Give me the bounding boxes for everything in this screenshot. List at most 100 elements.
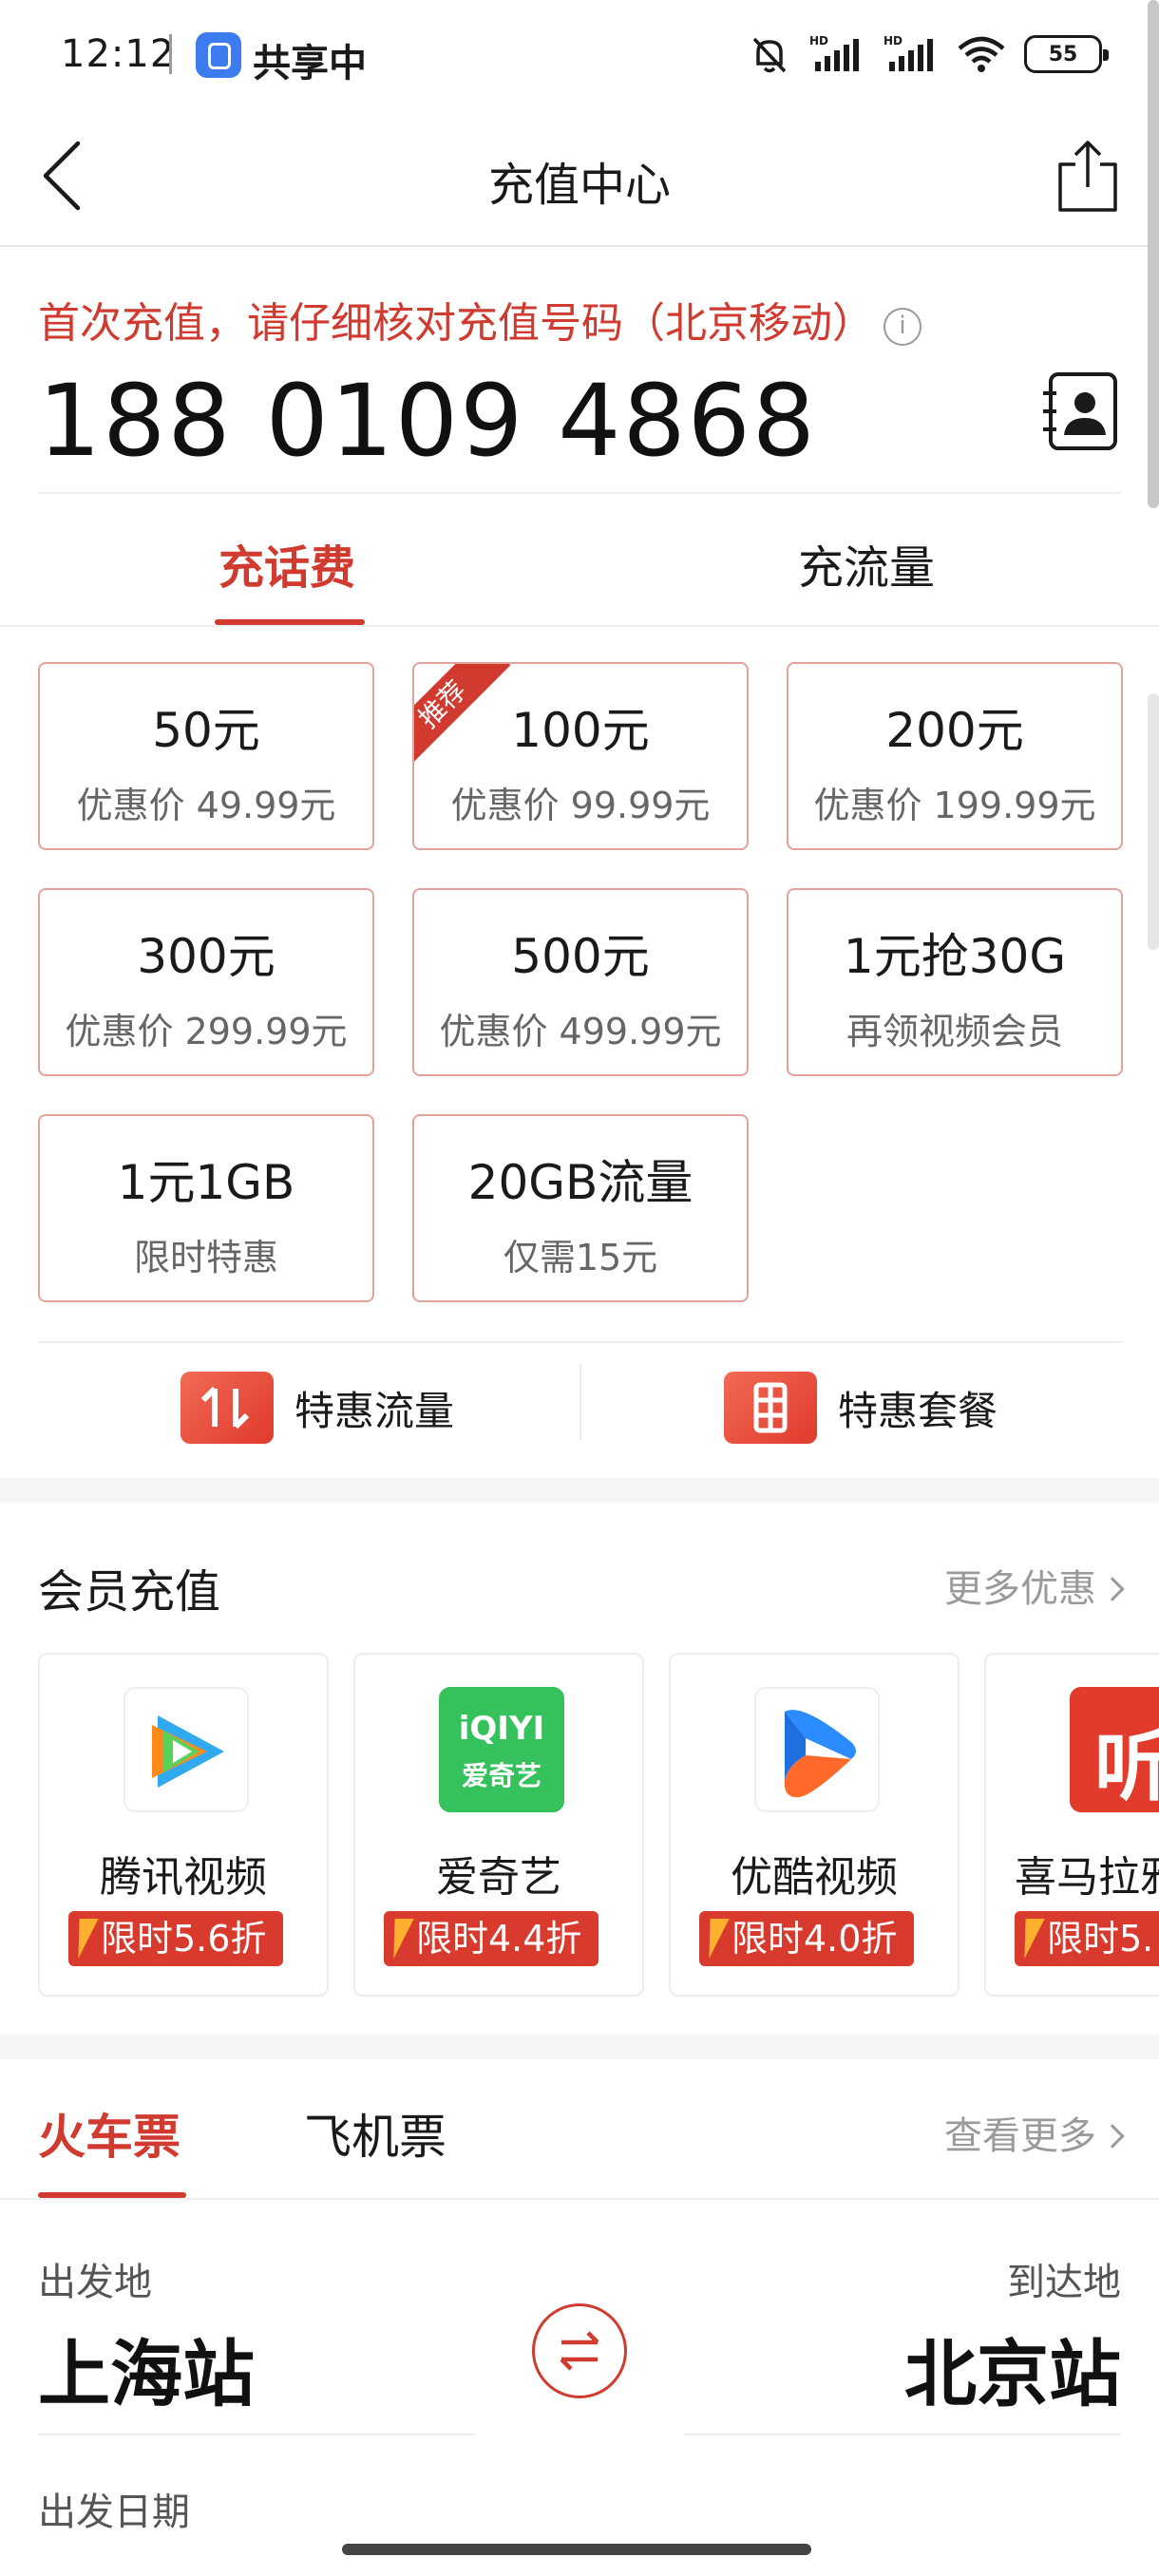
- data-flow-icon: [180, 1372, 274, 1444]
- option-amount: 300元: [137, 929, 276, 984]
- divider: [684, 2434, 1121, 2435]
- discount-badge: 限时4.0折: [699, 1911, 915, 1966]
- page-title: 充值中心: [487, 159, 671, 212]
- ticket-tabs: 火车票 飞机票 查看更多: [0, 2061, 1159, 2200]
- option-price: 优惠价 499.99元: [439, 1011, 722, 1052]
- status-time: 12:12: [61, 32, 176, 76]
- member-name: 喜马拉雅: [1015, 1853, 1159, 1902]
- battery-icon: 55: [1024, 35, 1109, 73]
- phone-notice: 首次充值，请仔细核对充值号码（北京移动） i: [38, 289, 922, 350]
- recharge-option-100[interactable]: 推荐 100元 优惠价 99.99元: [412, 662, 749, 850]
- tab-data-flow[interactable]: 充流量: [798, 530, 935, 597]
- share-status-text: 共享中: [253, 42, 367, 85]
- wifi-icon: [958, 36, 1005, 72]
- youku-logo: [754, 1687, 880, 1812]
- option-price: 优惠价 49.99元: [76, 785, 336, 826]
- option-amount: 500元: [511, 929, 650, 984]
- discount-badge: 限时4.4折: [384, 1911, 599, 1966]
- special-flow-link[interactable]: 特惠流量: [180, 1372, 454, 1444]
- option-price: 优惠价 99.99元: [450, 785, 711, 826]
- option-price: 仅需15元: [503, 1237, 658, 1279]
- option-price: 再领视频会员: [846, 1011, 1063, 1052]
- mute-bell-icon: [752, 37, 787, 73]
- departure-label: 出发地: [38, 2261, 152, 2304]
- status-separator: [169, 34, 172, 74]
- section-divider: [0, 1478, 1159, 1503]
- recharge-option-30g[interactable]: 1元抢30G 再领视频会员: [787, 888, 1123, 1076]
- option-amount: 200元: [885, 703, 1024, 758]
- tab-underline: [215, 619, 365, 625]
- recharge-option-50[interactable]: 50元 优惠价 49.99元: [38, 662, 374, 850]
- special-package-label: 特惠套餐: [838, 1387, 998, 1434]
- see-more-link[interactable]: 查看更多: [944, 2105, 1125, 2160]
- option-price: 优惠价 299.99元: [65, 1011, 348, 1052]
- swap-icon: [560, 2331, 599, 2371]
- special-flow-label: 特惠流量: [294, 1387, 455, 1434]
- nav-bar: 充值中心: [0, 109, 1159, 247]
- home-indicator[interactable]: [342, 2544, 811, 2555]
- more-offers-label: 更多优惠: [944, 1567, 1096, 1611]
- recharge-option-200[interactable]: 200元 优惠价 199.99元: [787, 662, 1123, 850]
- screen-share-icon: [196, 32, 241, 78]
- scrollbar[interactable]: [1148, 0, 1159, 508]
- recharge-option-500[interactable]: 500元 优惠价 499.99元: [412, 888, 749, 1076]
- recharge-option-300[interactable]: 300元 优惠价 299.99元: [38, 888, 374, 1076]
- special-package-link[interactable]: 特惠套餐: [724, 1372, 998, 1444]
- tab-phone-bill[interactable]: 充话费: [218, 530, 355, 597]
- tab-train-ticket[interactable]: 火车票: [38, 2099, 180, 2168]
- option-amount: 100元: [511, 703, 650, 758]
- contacts-icon[interactable]: [1041, 369, 1121, 454]
- info-icon[interactable]: i: [884, 308, 922, 346]
- option-price: 优惠价 199.99元: [813, 785, 1096, 826]
- option-amount: 1元抢30G: [843, 929, 1067, 984]
- discount-badge: 限时5.6折: [68, 1911, 284, 1966]
- ximalaya-logo: 听: [1070, 1687, 1159, 1812]
- discount-badge: 限时5.: [1015, 1911, 1159, 1966]
- hd-label-2: HD: [884, 34, 902, 47]
- tencent-video-logo: [124, 1687, 249, 1812]
- recharge-option-1gb[interactable]: 1元1GB 限时特惠: [38, 1114, 374, 1302]
- divider: [580, 1364, 581, 1440]
- special-links: 特惠流量 特惠套餐: [38, 1341, 1123, 1459]
- sim-card-icon: [724, 1372, 817, 1444]
- option-amount: 1元1GB: [117, 1155, 295, 1210]
- membership-title: 会员充值: [38, 1565, 221, 1619]
- phone-section: 首次充值，请仔细核对充值号码（北京移动） i 188 0109 4868: [38, 285, 1121, 494]
- option-price: 限时特惠: [133, 1237, 278, 1279]
- chevron-right-icon: [1100, 1577, 1125, 1601]
- member-card-youku[interactable]: 优酷视频 限时4.0折: [669, 1653, 960, 1997]
- see-more-label: 查看更多: [944, 2114, 1096, 2158]
- member-card-tencent[interactable]: 腾讯视频 限时5.6折: [38, 1653, 329, 1997]
- member-name: 腾讯视频: [100, 1853, 267, 1902]
- recharge-option-20gb[interactable]: 20GB流量 仅需15元: [412, 1114, 749, 1302]
- status-bar: 12:12 共享中 HD HD 55: [0, 0, 1159, 109]
- member-name: 爱奇艺: [436, 1853, 561, 1902]
- option-amount: 50元: [152, 703, 260, 758]
- swap-stations-button[interactable]: [532, 2303, 627, 2398]
- iqiyi-logo: iQIYI 爱奇艺: [439, 1687, 564, 1812]
- signal-icon: HD: [809, 34, 859, 71]
- phone-number[interactable]: 188 0109 4868: [38, 363, 817, 479]
- ticket-tab-underline: [38, 2192, 186, 2198]
- more-offers-link[interactable]: 更多优惠: [944, 1558, 1125, 1613]
- status-icons: HD HD 55: [749, 28, 1109, 80]
- share-icon[interactable]: [1054, 136, 1121, 216]
- section-divider-2: [0, 2035, 1159, 2059]
- arrival-label: 到达地: [1007, 2261, 1121, 2304]
- departure-station[interactable]: 上海站: [38, 2316, 255, 2420]
- divider: [38, 2434, 475, 2435]
- hd-label: HD: [809, 34, 828, 47]
- arrival-station[interactable]: 北京站: [904, 2316, 1121, 2420]
- option-amount: 20GB流量: [467, 1155, 694, 1210]
- signal-icon-2: HD: [884, 34, 933, 71]
- phone-notice-text: 首次充值，请仔细核对充值号码（北京移动）: [38, 299, 874, 348]
- member-name: 优酷视频: [731, 1853, 898, 1902]
- iqiyi-logo-text: iQIYI: [458, 1710, 545, 1748]
- chevron-right-icon: [1100, 2124, 1125, 2149]
- member-card-iqiyi[interactable]: iQIYI 爱奇艺 爱奇艺 限时4.4折: [353, 1653, 644, 1997]
- departure-date-label: 出发日期: [38, 2491, 190, 2534]
- tab-flight-ticket[interactable]: 飞机票: [304, 2099, 446, 2168]
- membership-list: 腾讯视频 限时5.6折 iQIYI 爱奇艺 爱奇艺 限时4.4折 优酷视频 限时…: [38, 1653, 1159, 1998]
- member-card-ximalaya[interactable]: 听 喜马拉雅 限时5.: [984, 1653, 1159, 1997]
- iqiyi-logo-subtext: 爱奇艺: [461, 1760, 542, 1791]
